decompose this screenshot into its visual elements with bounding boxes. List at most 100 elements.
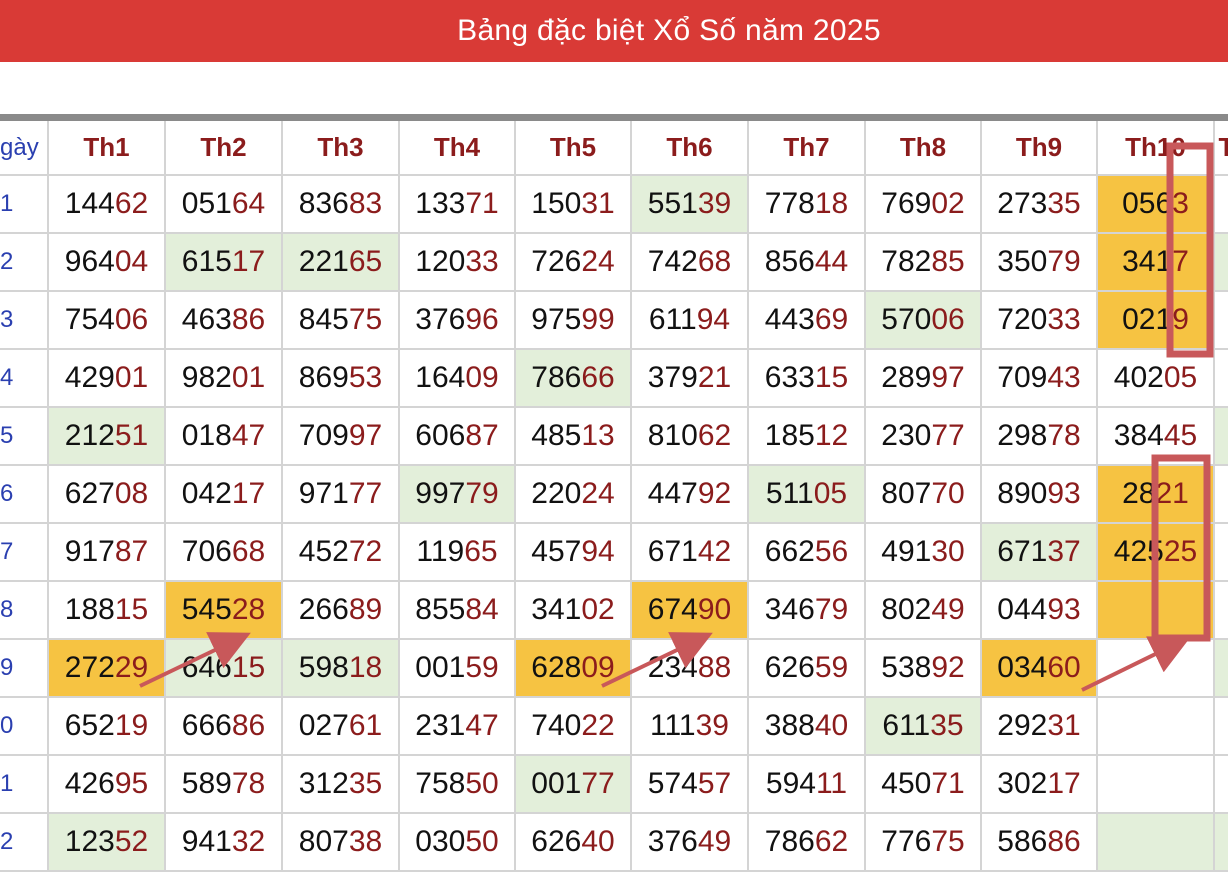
result-cell[interactable]: 272 29: [49, 640, 166, 698]
result-cell[interactable]: 754 06: [49, 292, 166, 350]
result-cell[interactable]: 292 31: [982, 698, 1098, 756]
result-cell[interactable]: 044 93: [982, 582, 1098, 640]
result-cell[interactable]: 376 96: [400, 292, 516, 350]
result-cell[interactable]: [1215, 408, 1228, 466]
result-cell[interactable]: 997 79: [400, 466, 516, 524]
result-cell[interactable]: 626 59: [749, 640, 866, 698]
result-cell[interactable]: 836 83: [283, 176, 400, 234]
result-cell[interactable]: 769 02: [866, 176, 982, 234]
result-cell[interactable]: 628 09: [516, 640, 632, 698]
result-cell[interactable]: 164 09: [400, 350, 516, 408]
result-cell[interactable]: 611 35: [866, 698, 982, 756]
result-cell[interactable]: 133 71: [400, 176, 516, 234]
result-cell[interactable]: 379 21: [632, 350, 749, 408]
result-cell[interactable]: 615 17: [166, 234, 283, 292]
result-cell[interactable]: 119 65: [400, 524, 516, 582]
result-cell[interactable]: 018 47: [166, 408, 283, 466]
result-cell[interactable]: 551 39: [632, 176, 749, 234]
result-cell[interactable]: 570 06: [866, 292, 982, 350]
result-cell[interactable]: 982 01: [166, 350, 283, 408]
result-cell[interactable]: 463 86: [166, 292, 283, 350]
result-cell[interactable]: 426 95: [49, 756, 166, 814]
result-cell[interactable]: 302 17: [982, 756, 1098, 814]
result-cell[interactable]: [1215, 756, 1228, 814]
result-cell[interactable]: 346 79: [749, 582, 866, 640]
result-cell[interactable]: 312 35: [283, 756, 400, 814]
result-cell[interactable]: 056 3: [1098, 176, 1215, 234]
result-cell[interactable]: 221 65: [283, 234, 400, 292]
result-cell[interactable]: 538 92: [866, 640, 982, 698]
result-cell[interactable]: 230 77: [866, 408, 982, 466]
result-cell[interactable]: 807 38: [283, 814, 400, 872]
result-cell[interactable]: 273 35: [982, 176, 1098, 234]
result-cell[interactable]: 485 13: [516, 408, 632, 466]
result-cell[interactable]: [1098, 756, 1215, 814]
result-cell[interactable]: 001 59: [400, 640, 516, 698]
result-cell[interactable]: 807 70: [866, 466, 982, 524]
result-cell[interactable]: 341 02: [516, 582, 632, 640]
result-cell[interactable]: 652 19: [49, 698, 166, 756]
result-cell[interactable]: 266 89: [283, 582, 400, 640]
result-cell[interactable]: 598 18: [283, 640, 400, 698]
result-cell[interactable]: [1215, 466, 1228, 524]
result-cell[interactable]: 666 86: [166, 698, 283, 756]
result-cell[interactable]: 111 39: [632, 698, 749, 756]
result-cell[interactable]: 726 24: [516, 234, 632, 292]
result-cell[interactable]: 626 40: [516, 814, 632, 872]
result-cell[interactable]: 975 99: [516, 292, 632, 350]
result-cell[interactable]: 402 05: [1098, 350, 1215, 408]
result-cell[interactable]: 376 49: [632, 814, 749, 872]
result-cell[interactable]: 845 75: [283, 292, 400, 350]
result-cell[interactable]: 388 40: [749, 698, 866, 756]
result-cell[interactable]: [1215, 698, 1228, 756]
result-cell[interactable]: 709 43: [982, 350, 1098, 408]
result-cell[interactable]: 188 15: [49, 582, 166, 640]
result-cell[interactable]: 786 66: [516, 350, 632, 408]
result-cell[interactable]: 443 69: [749, 292, 866, 350]
result-cell[interactable]: 706 68: [166, 524, 283, 582]
result-cell[interactable]: 740 22: [516, 698, 632, 756]
result-cell[interactable]: 212 51: [49, 408, 166, 466]
result-cell[interactable]: 234 88: [632, 640, 749, 698]
result-cell[interactable]: [1215, 292, 1228, 350]
result-cell[interactable]: [1098, 698, 1215, 756]
result-cell[interactable]: 452 72: [283, 524, 400, 582]
result-cell[interactable]: 709 97: [283, 408, 400, 466]
result-cell[interactable]: [1098, 640, 1215, 698]
result-cell[interactable]: 429 01: [49, 350, 166, 408]
result-cell[interactable]: [1215, 524, 1228, 582]
result-cell[interactable]: 447 92: [632, 466, 749, 524]
result-cell[interactable]: [1098, 582, 1215, 640]
result-cell[interactable]: [1215, 640, 1228, 698]
result-cell[interactable]: 646 15: [166, 640, 283, 698]
result-cell[interactable]: 611 94: [632, 292, 749, 350]
result-cell[interactable]: 742 68: [632, 234, 749, 292]
result-cell[interactable]: 150 31: [516, 176, 632, 234]
result-cell[interactable]: 782 85: [866, 234, 982, 292]
result-cell[interactable]: 450 71: [866, 756, 982, 814]
result-cell[interactable]: 120 33: [400, 234, 516, 292]
result-cell[interactable]: 220 24: [516, 466, 632, 524]
result-cell[interactable]: 869 53: [283, 350, 400, 408]
result-cell[interactable]: 185 12: [749, 408, 866, 466]
result-cell[interactable]: 720 33: [982, 292, 1098, 350]
result-cell[interactable]: 298 78: [982, 408, 1098, 466]
result-cell[interactable]: 778 18: [749, 176, 866, 234]
result-cell[interactable]: 662 56: [749, 524, 866, 582]
result-cell[interactable]: 051 64: [166, 176, 283, 234]
result-cell[interactable]: 594 11: [749, 756, 866, 814]
result-cell[interactable]: [1215, 176, 1228, 234]
result-cell[interactable]: 941 32: [166, 814, 283, 872]
result-cell[interactable]: 586 86: [982, 814, 1098, 872]
result-cell[interactable]: 802 49: [866, 582, 982, 640]
result-cell[interactable]: 231 47: [400, 698, 516, 756]
result-cell[interactable]: 786 62: [749, 814, 866, 872]
result-cell[interactable]: 589 78: [166, 756, 283, 814]
result-cell[interactable]: 123 52: [49, 814, 166, 872]
result-cell[interactable]: 350 79: [982, 234, 1098, 292]
result-cell[interactable]: 030 50: [400, 814, 516, 872]
result-cell[interactable]: 574 57: [632, 756, 749, 814]
result-cell[interactable]: 758 50: [400, 756, 516, 814]
result-cell[interactable]: 021 9: [1098, 292, 1215, 350]
result-cell[interactable]: [1215, 582, 1228, 640]
